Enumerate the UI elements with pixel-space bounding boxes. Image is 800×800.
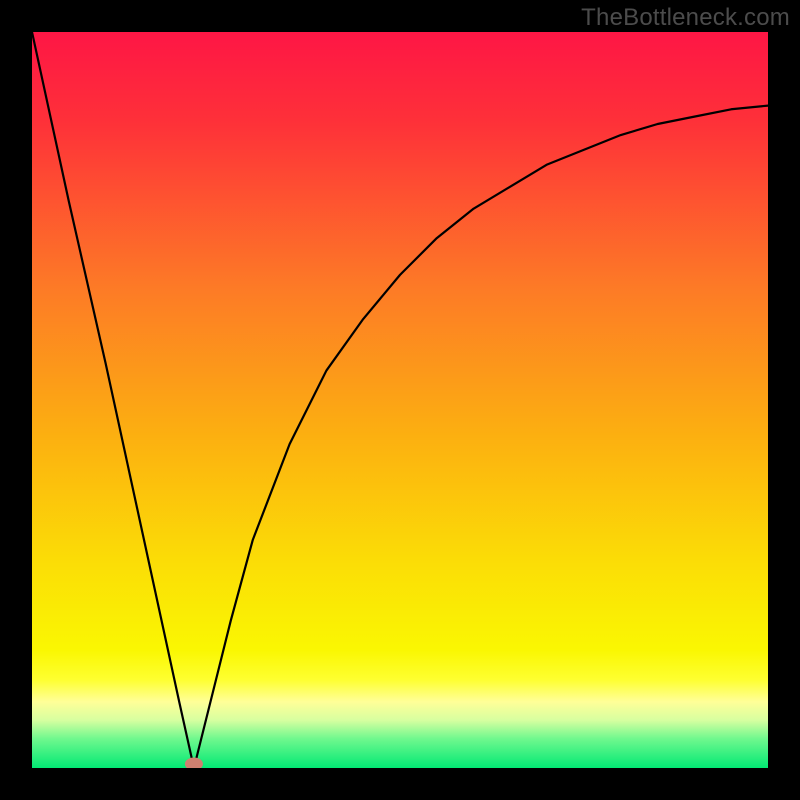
chart-frame: TheBottleneck.com [0, 0, 800, 800]
bottleneck-plot [32, 32, 768, 768]
plot-background [32, 32, 768, 768]
watermark-text: TheBottleneck.com [581, 4, 790, 32]
